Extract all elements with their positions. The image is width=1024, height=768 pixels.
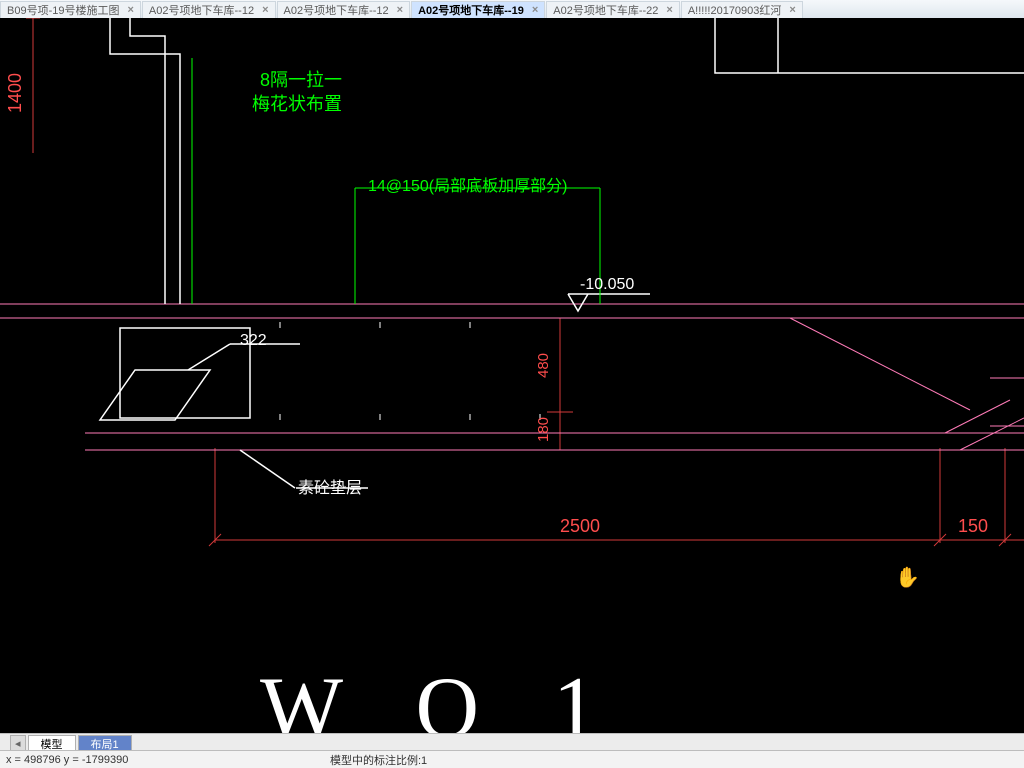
close-icon[interactable]: × [789,4,795,16]
file-tab[interactable]: A!!!!!20170903红河× [681,1,803,18]
scale-readout: 模型中的标注比例:1 [330,752,427,768]
close-icon[interactable]: × [397,4,403,16]
file-tab[interactable]: A02号项地下车库--12× [142,1,276,18]
close-icon[interactable]: × [262,4,268,16]
file-tab[interactable]: A02号项地下车库--22× [546,1,680,18]
close-icon[interactable]: × [127,4,133,16]
sheet-tab-bar: ◂ 模型 布局1 [0,733,1024,751]
close-icon[interactable]: × [532,4,538,16]
sheet-nav-first[interactable]: ◂ [10,735,26,751]
cad-linework [0,18,1024,734]
drawing-canvas[interactable]: 8隔一拉一 梅花状布置 14@150(局部底板加厚部分) -10.050 322… [0,18,1024,734]
file-tab[interactable]: A02号项地下车库--12× [277,1,411,18]
cursor-coords: x = 498796 y = -1799390 [0,754,128,766]
status-bar: x = 498796 y = -1799390 模型中的标注比例:1 [0,750,1024,768]
close-icon[interactable]: × [666,4,672,16]
sheet-layout1[interactable]: 布局1 [78,735,132,751]
file-tab-bar: B09号项-19号楼施工图× A02号项地下车库--12× A02号项地下车库-… [0,0,1024,18]
file-tab[interactable]: B09号项-19号楼施工图× [0,1,141,18]
sheet-model[interactable]: 模型 [28,735,76,751]
file-tab-active[interactable]: A02号项地下车库--19× [411,1,545,18]
